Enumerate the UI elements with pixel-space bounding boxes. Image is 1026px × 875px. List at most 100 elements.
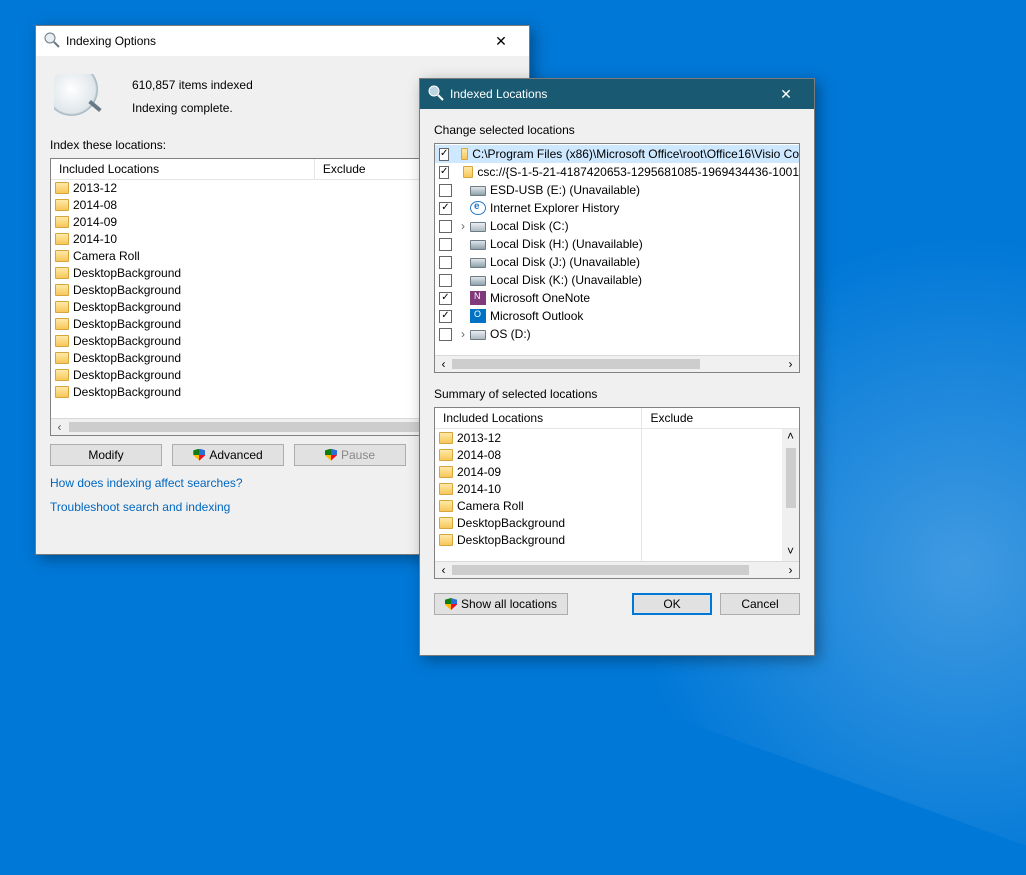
ie-icon [470,201,486,215]
list-item[interactable]: Camera Roll [435,497,641,514]
tree-row[interactable]: ✓ Microsoft Outlook [435,307,799,325]
header-included[interactable]: Included Locations [435,408,642,428]
list-item[interactable]: DesktopBackground [435,531,641,548]
scroll-thumb[interactable] [786,448,796,508]
tree-row-label: OS (D:) [490,327,531,341]
list-item-label: 2014-10 [457,482,501,496]
expand-icon[interactable]: › [458,219,468,233]
list-item[interactable]: 2014-09 [435,463,641,480]
troubleshoot-link[interactable]: Troubleshoot search and indexing [50,500,230,514]
tree-row[interactable]: ✓Microsoft OneNote [435,289,799,307]
horizontal-scrollbar[interactable]: ‹ › [435,561,799,578]
tree-row-label: ESD-USB (E:) (Unavailable) [490,183,640,197]
checkbox[interactable]: ✓ [439,292,452,305]
list-item-label: DesktopBackground [73,368,181,382]
checkbox[interactable]: ✓ [439,148,449,161]
list-item[interactable]: 2014-08 [435,446,641,463]
expand-icon[interactable]: › [458,327,468,341]
list-item-label: DesktopBackground [73,266,181,280]
scroll-thumb[interactable] [452,359,700,369]
indexed-locations-titlebar[interactable]: Indexed Locations ✕ [420,79,814,109]
list-item[interactable]: DesktopBackground [435,514,641,531]
list-item-label: 2014-08 [457,448,501,462]
scroll-up-icon[interactable]: ˄ [782,429,799,446]
checkbox[interactable]: ✓ [439,202,452,215]
list-item-label: DesktopBackground [457,516,565,530]
folder-icon [55,216,69,228]
checkbox[interactable] [439,220,452,233]
close-button[interactable]: ✕ [764,80,808,108]
pause-button: Pause [294,444,406,466]
tree-row[interactable]: Local Disk (K:) (Unavailable) [435,271,799,289]
scroll-thumb[interactable] [452,565,749,575]
list-item[interactable]: 2014-10 [435,480,641,497]
horizontal-scrollbar[interactable]: ‹ › [435,355,799,372]
header-included[interactable]: Included Locations [51,159,315,179]
scroll-down-icon[interactable]: ˅ [782,544,799,561]
folder-icon [55,267,69,279]
tree-row[interactable]: ESD-USB (E:) (Unavailable) [435,181,799,199]
drive-icon [470,240,486,250]
list-item-label: 2013-12 [457,431,501,445]
folder-icon [55,233,69,245]
show-all-locations-button[interactable]: Show all locations [434,593,568,615]
list-item-label: DesktopBackground [457,533,565,547]
tree-row-label: csc://{S-1-5-21-4187420653-1295681085-19… [477,165,799,179]
tree-row-label: Local Disk (H:) (Unavailable) [490,237,643,251]
checkbox[interactable] [439,184,452,197]
list-item-label: DesktopBackground [73,385,181,399]
folder-icon [55,182,69,194]
tree-row-label: Local Disk (C:) [490,219,569,233]
tree-row[interactable]: ✓ csc://{S-1-5-21-4187420653-1295681085-1… [435,163,799,181]
tree-row[interactable]: Local Disk (J:) (Unavailable) [435,253,799,271]
checkbox[interactable] [439,256,452,269]
modify-button[interactable]: Modify [50,444,162,466]
folder-icon [55,301,69,313]
disk-icon [470,330,486,340]
list-item-label: Camera Roll [73,249,140,263]
indexing-options-titlebar[interactable]: Indexing Options ✕ [36,26,529,56]
list-item-label: DesktopBackground [73,351,181,365]
list-item-label: 2014-09 [457,465,501,479]
cancel-button[interactable]: Cancel [720,593,800,615]
checkbox[interactable] [439,238,452,251]
list-item-label: 2014-08 [73,198,117,212]
vertical-scrollbar[interactable]: ˄ ˅ [782,429,799,561]
checkbox[interactable] [439,274,452,287]
advanced-button[interactable]: Advanced [172,444,284,466]
folder-icon [439,449,453,461]
list-item[interactable]: 2013-12 [435,429,641,446]
list-item-label: 2013-12 [73,181,117,195]
indexing-options-icon [44,32,60,51]
checkbox[interactable]: ✓ [439,166,449,179]
close-button[interactable]: ✕ [479,27,523,55]
list-item-label: 2014-10 [73,232,117,246]
list-item-label: Camera Roll [457,499,524,513]
faq-link[interactable]: How does indexing affect searches? [50,476,243,490]
scroll-right-icon[interactable]: › [782,357,799,371]
folder-icon [439,483,453,495]
scroll-left-icon[interactable]: ‹ [435,563,452,577]
tree-row[interactable]: › Local Disk (C:) [435,217,799,235]
tree-row-label: Microsoft Outlook [490,309,583,323]
indexed-locations-icon [428,85,444,104]
scroll-left-icon[interactable]: ‹ [435,357,452,371]
checkbox[interactable] [439,328,452,341]
list-item-label: DesktopBackground [73,334,181,348]
tree-row[interactable]: Local Disk (H:) (Unavailable) [435,235,799,253]
ok-button[interactable]: OK [632,593,712,615]
tree-row[interactable]: › OS (D:) [435,325,799,343]
scroll-right-icon[interactable]: › [782,563,799,577]
folder-icon [55,386,69,398]
tree-row[interactable]: ✓C:\Program Files (x86)\Microsoft Office… [435,145,799,163]
tree-row[interactable]: ✓Internet Explorer History [435,199,799,217]
scroll-left-icon[interactable]: ‹ [51,420,68,434]
checkbox[interactable]: ✓ [439,310,452,323]
shield-icon [445,598,457,610]
folder-icon [439,500,453,512]
disk-icon [470,222,486,232]
list-item-label: DesktopBackground [73,317,181,331]
onenote-icon [470,291,486,305]
folder-icon [55,199,69,211]
header-exclude[interactable]: Exclude [642,408,799,428]
